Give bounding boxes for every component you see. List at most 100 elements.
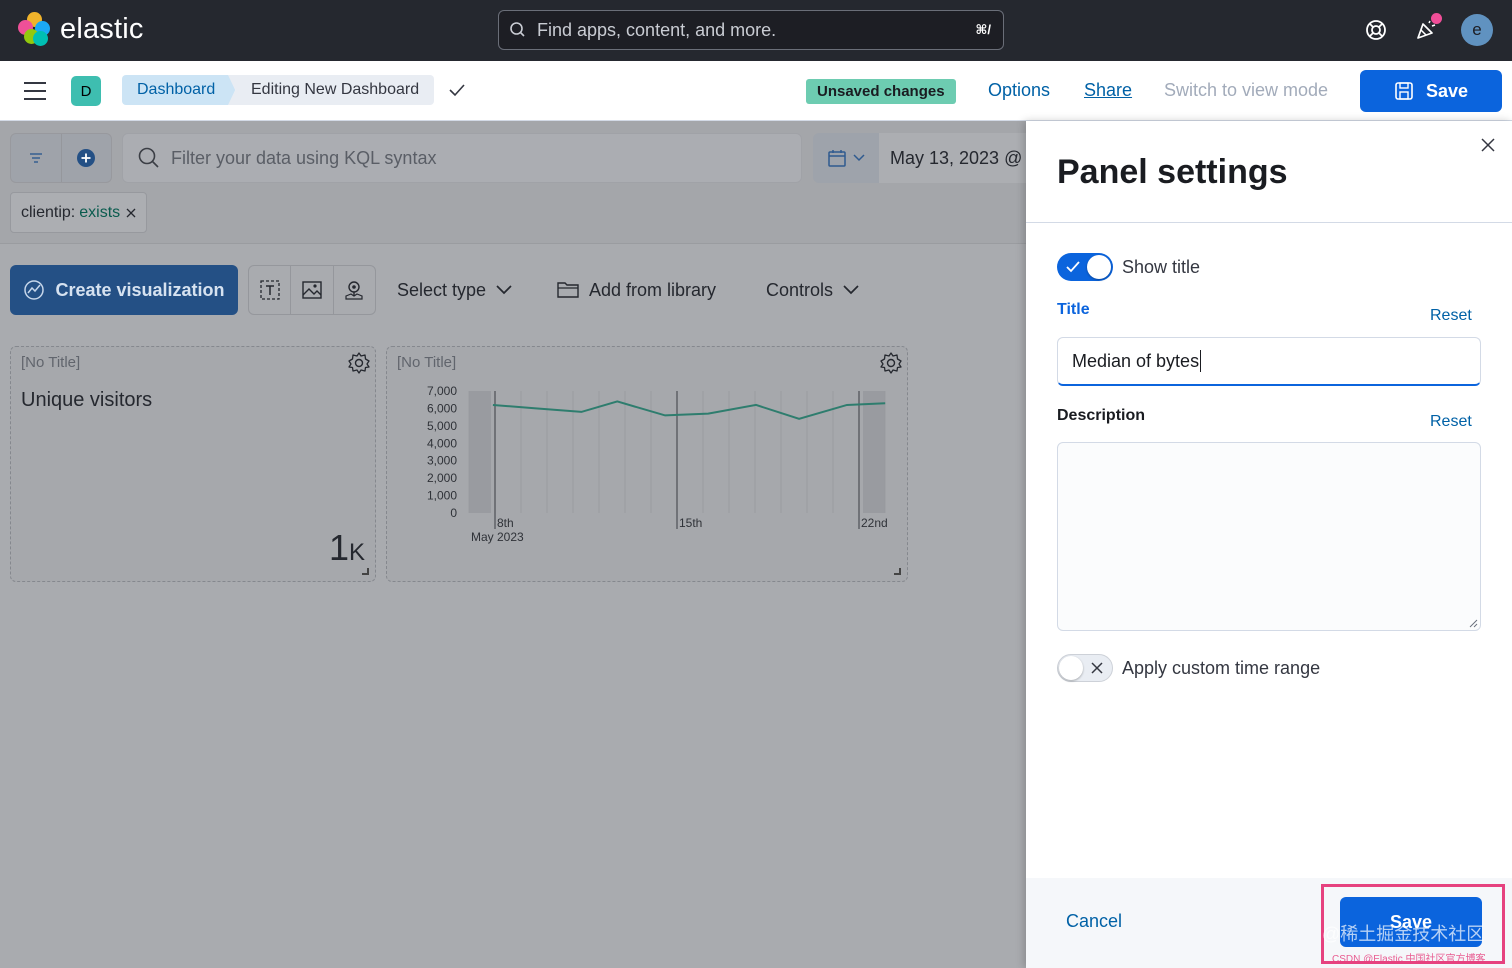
controls-button[interactable]: Controls	[766, 265, 859, 315]
gear-icon[interactable]	[347, 351, 371, 375]
filter-pill-field: clientip:	[21, 203, 76, 221]
dashboard-canvas: Filter your data using KQL syntax May 13…	[0, 121, 1026, 968]
kql-query-input[interactable]: Filter your data using KQL syntax	[122, 133, 802, 183]
save-icon	[1395, 82, 1413, 100]
filter-bar: Filter your data using KQL syntax May 13…	[0, 121, 1026, 244]
chevron-down-icon	[853, 154, 865, 162]
add-from-library-button[interactable]: Add from library	[557, 265, 716, 315]
maps-panel-icon[interactable]	[334, 266, 375, 314]
y-tick-label: 2,000	[427, 471, 457, 485]
x-tick-label: 22nd	[861, 516, 888, 530]
x-tick-label: 15th	[679, 516, 702, 530]
elastic-logo-icon	[18, 12, 52, 46]
divider	[1026, 222, 1512, 223]
global-search-input[interactable]: Find apps, content, and more. ⌘/	[498, 10, 1004, 50]
watermark: @稀土掘金技术社区	[1322, 924, 1485, 944]
dashboard-toolbar: Create visualization Select type Add fro…	[0, 265, 1026, 315]
search-shortcut: ⌘/	[975, 22, 991, 37]
breadcrumb-editing: Editing New Dashboard	[228, 75, 435, 105]
calendar-icon	[828, 150, 846, 167]
y-tick-label: 1,000	[427, 489, 457, 503]
app-navbar: D Dashboard Editing New Dashboard Unsave…	[0, 61, 1512, 121]
panel-title: [No Title]	[397, 354, 457, 371]
view-mode-link[interactable]: Switch to view mode	[1164, 80, 1328, 101]
share-link[interactable]: Share	[1084, 80, 1132, 101]
search-placeholder: Find apps, content, and more.	[537, 19, 777, 40]
save-dashboard-button[interactable]: Save	[1360, 70, 1502, 112]
gear-icon[interactable]	[879, 351, 903, 375]
panel-settings-flyout: Panel settings Show title Title Reset Me…	[1026, 121, 1512, 968]
help-icon[interactable]	[1360, 14, 1392, 46]
x-tick-label: 8th	[497, 516, 514, 530]
show-title-switch[interactable]	[1057, 253, 1113, 281]
custom-time-range-switch[interactable]	[1057, 654, 1113, 682]
quick-add-group	[248, 265, 376, 315]
resize-grip-icon	[1469, 619, 1478, 628]
custom-time-range-label: Apply custom time range	[1122, 658, 1321, 678]
date-quick-menu-button[interactable]	[813, 133, 879, 183]
cancel-button[interactable]: Cancel	[1066, 911, 1122, 932]
user-avatar[interactable]: e	[1461, 14, 1493, 46]
breadcrumb-dashboard[interactable]: Dashboard	[122, 75, 236, 105]
filter-pill-value: exists	[79, 203, 121, 221]
metric-label: Unique visitors	[21, 389, 153, 411]
metric-number: 1	[328, 527, 349, 568]
filter-button-group	[10, 133, 112, 183]
text-panel-icon[interactable]	[249, 266, 292, 314]
filter-pill[interactable]: clientip: exists	[10, 192, 148, 233]
cross-icon	[1091, 662, 1103, 674]
select-type-button[interactable]: Select type	[397, 265, 512, 315]
menu-icon[interactable]	[24, 82, 46, 100]
close-icon[interactable]	[126, 208, 136, 218]
unsaved-changes-badge: Unsaved changes	[806, 79, 956, 104]
metric-value: 1K	[329, 527, 365, 569]
y-tick-label: 5,000	[427, 419, 457, 433]
global-header: elastic Find apps, content, and more. ⌘/…	[0, 0, 1512, 61]
title-input-value: Median of bytes	[1072, 350, 1200, 371]
show-title-label: Show title	[1122, 257, 1201, 277]
y-tick-label: 7,000	[427, 384, 457, 398]
elastic-logo[interactable]: elastic	[18, 12, 144, 46]
y-tick-label: 4,000	[427, 436, 457, 450]
create-visualization-label: Create visualization	[55, 279, 225, 300]
partial-bucket-start	[469, 391, 491, 513]
filter-options-icon[interactable]	[11, 134, 62, 182]
y-tick-label: 0	[450, 506, 457, 520]
check-icon	[449, 84, 465, 97]
close-icon[interactable]	[1480, 137, 1496, 153]
flyout-footer: Cancel Save @稀土掘金技术社区 CSDN @Elastic 中国社区…	[1026, 878, 1512, 968]
add-from-library-label: Add from library	[589, 279, 717, 300]
start-date[interactable]: May 13, 2023 @	[879, 133, 1026, 183]
title-reset-link[interactable]: Reset	[1430, 307, 1472, 325]
text-caret	[1200, 350, 1202, 372]
resize-handle[interactable]	[894, 568, 901, 575]
search-icon	[510, 22, 525, 37]
description-reset-link[interactable]: Reset	[1430, 413, 1472, 431]
select-type-label: Select type	[397, 279, 487, 300]
controls-label: Controls	[766, 279, 834, 300]
metric-panel[interactable]: [No Title] Unique visitors 1K	[10, 346, 376, 582]
x-sublabel: May 2023	[471, 530, 524, 544]
switch-knob	[1087, 255, 1111, 279]
panel-title: [No Title]	[21, 354, 81, 371]
partial-bucket-end	[863, 391, 885, 513]
notification-dot	[1431, 13, 1442, 24]
create-visualization-button[interactable]: Create visualization	[10, 265, 238, 315]
line-chart[interactable]: 7,000 6,000 5,000 4,000 3,000 2,000 1,000 0 8th 1…	[393, 383, 893, 573]
resize-handle[interactable]	[362, 568, 369, 575]
description-textarea[interactable]	[1057, 442, 1481, 631]
kql-placeholder: Filter your data using KQL syntax	[171, 147, 437, 168]
title-input[interactable]: Median of bytes	[1057, 337, 1481, 386]
brand-name: elastic	[60, 12, 144, 45]
watermark-small: CSDN @Elastic 中国社区官方博客	[1332, 954, 1486, 965]
switch-knob	[1059, 656, 1083, 680]
y-tick-label: 3,000	[427, 454, 457, 468]
options-link[interactable]: Options	[988, 80, 1050, 101]
image-panel-icon[interactable]	[291, 266, 334, 314]
metric-suffix: K	[348, 539, 365, 566]
save-dashboard-label: Save	[1425, 80, 1469, 101]
add-filter-icon[interactable]	[62, 134, 112, 182]
space-avatar[interactable]: D	[71, 76, 101, 106]
chevron-down-icon	[843, 285, 859, 295]
chart-panel[interactable]: [No Title] 7,000 6,000 5,000 4,000 3,000 2,00…	[386, 346, 908, 582]
